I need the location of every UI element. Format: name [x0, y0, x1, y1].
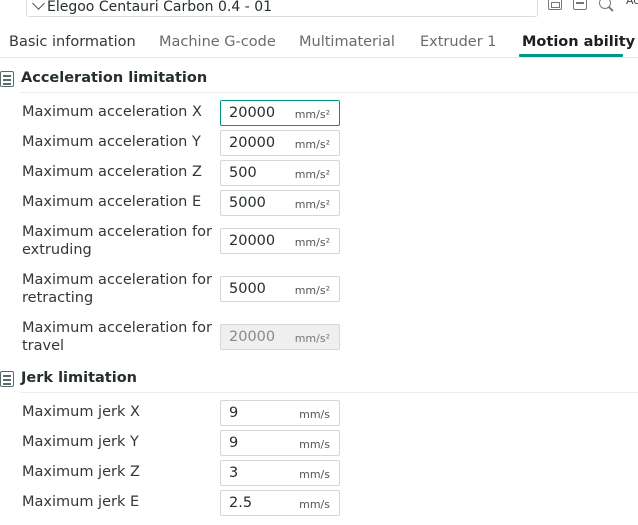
max-accel-travel-input: 20000 mm/s²: [220, 324, 340, 350]
settings-list-icon: [0, 371, 14, 387]
field-value: 20000: [229, 329, 276, 345]
field-unit: mm/s: [299, 498, 330, 511]
field-unit: mm/s²: [294, 284, 330, 297]
advanced-toggle-label[interactable]: Ad: [626, 0, 638, 7]
max-accel-e-input[interactable]: 5000 mm/s²: [220, 190, 340, 216]
max-accel-x-input[interactable]: 20000 mm/s²: [220, 100, 340, 126]
save-icon[interactable]: [548, 0, 562, 10]
jerk-section-header: Jerk limitation: [0, 368, 638, 393]
section-title: Jerk limitation: [21, 370, 137, 386]
max-jerk-x-input[interactable]: 9 mm/s: [220, 400, 340, 426]
setting-label: Maximum acceleration for extruding: [22, 224, 212, 258]
field-unit: mm/s²: [294, 332, 330, 345]
preset-selector[interactable]: Elegoo Centauri Carbon 0.4 - 01: [26, 0, 538, 17]
setting-label: Maximum acceleration E: [22, 194, 202, 210]
preset-name: Elegoo Centauri Carbon 0.4 - 01: [47, 0, 273, 15]
field-unit: mm/s²: [294, 108, 330, 121]
settings-list-icon: [0, 71, 14, 87]
setting-label: Maximum acceleration for travel: [22, 320, 212, 354]
max-accel-z-input[interactable]: 500 mm/s²: [220, 160, 340, 186]
field-unit: mm/s: [299, 438, 330, 451]
setting-label: Maximum acceleration X: [22, 104, 202, 120]
tab-machine-gcode[interactable]: Machine G-code: [159, 34, 276, 50]
tab-multimaterial[interactable]: Multimaterial: [299, 34, 395, 50]
max-jerk-y-input[interactable]: 9 mm/s: [220, 430, 340, 456]
setting-label: Maximum jerk Y: [22, 434, 139, 450]
field-value[interactable]: 5000: [229, 281, 266, 297]
setting-label: Maximum jerk Z: [22, 464, 140, 480]
acceleration-section-header: Acceleration limitation: [0, 68, 638, 93]
field-unit: mm/s²: [294, 138, 330, 151]
tab-extruder-1[interactable]: Extruder 1: [420, 34, 497, 50]
field-value[interactable]: 3: [229, 465, 238, 481]
tab-basic-information[interactable]: Basic information: [9, 34, 136, 50]
setting-label: Maximum acceleration Z: [22, 164, 202, 180]
setting-label: Maximum acceleration for retracting: [22, 272, 212, 306]
field-unit: mm/s: [299, 468, 330, 481]
setting-label: Maximum jerk X: [22, 404, 140, 420]
field-unit: mm/s²: [294, 168, 330, 181]
field-value[interactable]: 5000: [229, 195, 266, 211]
field-value[interactable]: 20000: [229, 105, 275, 121]
field-unit: mm/s: [299, 408, 330, 421]
field-value[interactable]: 500: [229, 165, 257, 181]
field-value[interactable]: 9: [229, 405, 238, 421]
chevron-down-icon[interactable]: [32, 0, 45, 10]
field-value[interactable]: 20000: [229, 233, 275, 249]
max-accel-y-input[interactable]: 20000 mm/s²: [220, 130, 340, 156]
field-value[interactable]: 9: [229, 435, 238, 451]
setting-label: Maximum acceleration Y: [22, 134, 201, 150]
field-unit: mm/s²: [294, 198, 330, 211]
settings-tabs: Basic information Machine G-code Multima…: [0, 30, 638, 58]
section-divider: [20, 92, 638, 93]
max-jerk-z-input[interactable]: 3 mm/s: [220, 460, 340, 486]
active-tab-indicator: [519, 54, 623, 57]
section-divider: [20, 392, 638, 393]
field-value[interactable]: 2.5: [229, 495, 252, 511]
max-jerk-e-input[interactable]: 2.5 mm/s: [220, 490, 340, 516]
delete-icon[interactable]: [573, 0, 587, 10]
max-accel-retracting-input[interactable]: 5000 mm/s²: [220, 276, 340, 302]
max-accel-extruding-input[interactable]: 20000 mm/s²: [220, 228, 340, 254]
section-title: Acceleration limitation: [21, 70, 208, 86]
search-icon[interactable]: [599, 0, 611, 9]
setting-label: Maximum jerk E: [22, 494, 140, 510]
tab-motion-ability[interactable]: Motion ability: [522, 34, 635, 50]
field-unit: mm/s²: [294, 236, 330, 249]
field-value[interactable]: 20000: [229, 135, 275, 151]
